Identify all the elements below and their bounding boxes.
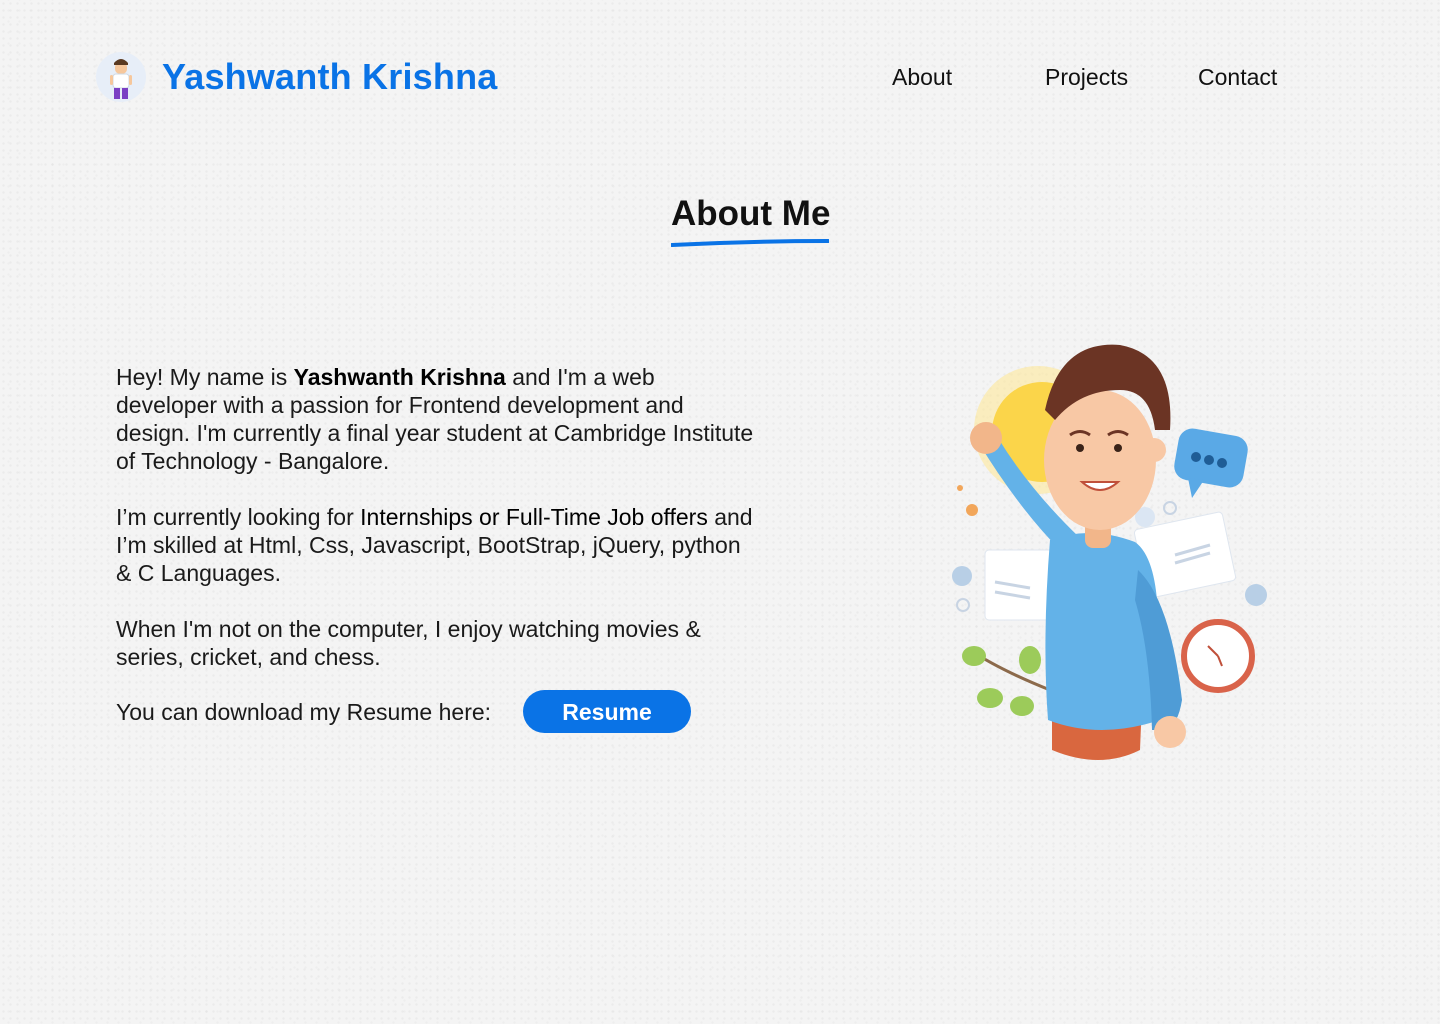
site-header: Yashwanth Krishna About Projects Contact [96, 50, 1296, 106]
nav-contact-link[interactable]: Contact [1198, 64, 1277, 91]
about-text: Hey! My name is Yashwanth Krishna and I'… [116, 363, 756, 699]
resume-row: You can download my Resume here: Resume [116, 690, 756, 733]
nav-about-link[interactable]: About [892, 64, 952, 91]
title-underline [671, 239, 829, 247]
skills-highlight: Internships or Full-Time Job offers [360, 504, 708, 530]
section-title-wrap: About Me [671, 194, 831, 247]
avatar-logo-icon[interactable] [96, 52, 146, 102]
intro-name: Yashwanth Krishna [293, 364, 506, 390]
skills-paragraph: I’m currently looking for Internships or… [116, 503, 756, 587]
skills-text-start: I’m currently looking for [116, 504, 361, 530]
developer-illustration-icon [930, 320, 1290, 780]
brand-name[interactable]: Yashwanth Krishna [162, 56, 498, 98]
intro-paragraph: Hey! My name is Yashwanth Krishna and I'… [116, 363, 756, 475]
hobbies-paragraph: When I'm not on the computer, I enjoy wa… [116, 616, 701, 670]
intro-text-start: Hey! My name is [116, 364, 294, 390]
resume-label: You can download my Resume here: [116, 699, 492, 725]
section-title: About Me [671, 194, 831, 233]
nav-projects-link[interactable]: Projects [1045, 64, 1128, 91]
resume-button[interactable]: Resume [523, 690, 691, 733]
